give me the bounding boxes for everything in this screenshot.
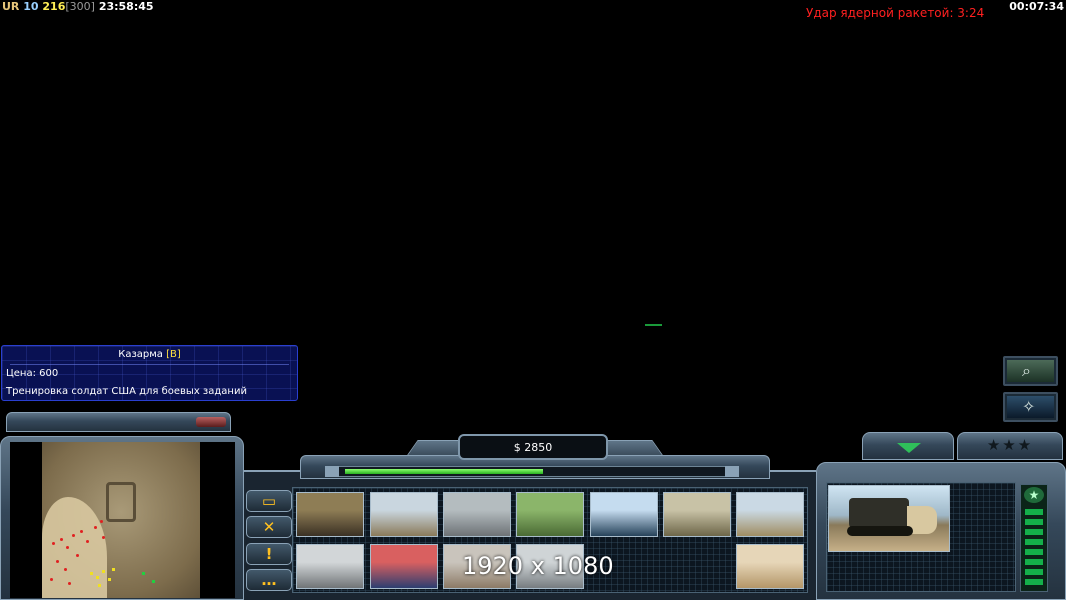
player-stats: UR 10 216[300] 23:58:45 bbox=[2, 0, 154, 13]
minimap[interactable] bbox=[10, 442, 235, 598]
tooltip-cost: Цена: 600 bbox=[6, 368, 59, 379]
tooltip-building-name: Казарма bbox=[118, 349, 163, 360]
money-display: $ 2850 bbox=[458, 434, 608, 460]
patriot-battery-button[interactable] bbox=[590, 492, 658, 537]
arrow-down-icon bbox=[897, 443, 921, 453]
minimap-toggle[interactable] bbox=[196, 417, 226, 427]
minimap-terrain bbox=[42, 442, 200, 598]
build-tooltip: Казарма [B] Цена: 600 Тренировка солдат … bbox=[1, 345, 298, 401]
power-plant-button[interactable] bbox=[296, 544, 364, 589]
tooltip-description: Тренировка солдат США для боевых заданий bbox=[6, 386, 247, 397]
dozer-icon bbox=[849, 498, 909, 528]
satellite-icon: ✧ bbox=[1022, 397, 1036, 416]
rank-stars-icon: ★★★ bbox=[986, 436, 1034, 454]
unit-count: 216 bbox=[42, 0, 66, 13]
nuke-timer: Удар ядерной ракетой: 3:24 bbox=[806, 6, 985, 20]
chat-icon: … bbox=[261, 571, 277, 589]
tab-structures[interactable]: ▭ bbox=[246, 490, 292, 512]
power-bar bbox=[325, 466, 739, 477]
structure-icon: ▭ bbox=[261, 492, 277, 510]
supply-center-button[interactable] bbox=[443, 492, 511, 537]
tab-chat[interactable]: … bbox=[246, 569, 292, 591]
unit-cap: [300] bbox=[65, 0, 95, 13]
command-center-button[interactable] bbox=[296, 492, 364, 537]
options-toggle-button[interactable] bbox=[862, 432, 954, 460]
clock: 23:58:45 bbox=[98, 0, 154, 13]
resolution-overlay: 1920 x 1080 bbox=[462, 552, 614, 580]
rank-star-icon: ★ bbox=[1024, 487, 1044, 503]
experience-bar: ★ bbox=[1020, 484, 1048, 592]
minimap-tab bbox=[6, 412, 231, 432]
strategy-center-button[interactable] bbox=[736, 492, 804, 537]
search-button[interactable]: ⌕ bbox=[1003, 356, 1058, 386]
cursor-marker bbox=[645, 324, 662, 326]
game-time: 00:07:34 bbox=[1009, 0, 1064, 13]
satellite-button[interactable]: ✧ bbox=[1003, 392, 1058, 422]
generals-powers-button[interactable]: ★★★ bbox=[957, 432, 1063, 460]
level-value: 10 bbox=[23, 0, 39, 13]
tab-alerts[interactable]: ! bbox=[246, 543, 292, 565]
magnifier-icon: ⌕ bbox=[1022, 361, 1031, 380]
tooltip-title: Казарма [B] bbox=[2, 349, 297, 360]
tools-icon: ✕ bbox=[262, 518, 276, 536]
power-bar-fill bbox=[345, 469, 543, 474]
tab-tools[interactable]: ✕ bbox=[246, 516, 292, 538]
alert-icon: ! bbox=[265, 545, 273, 563]
selected-unit-portrait[interactable] bbox=[828, 485, 950, 552]
money-value: $ 2850 bbox=[513, 441, 553, 454]
mine-field-button[interactable] bbox=[736, 544, 804, 589]
tooltip-hotkey: [B] bbox=[166, 349, 181, 360]
faction-label: UR bbox=[2, 0, 20, 13]
fire-base-button[interactable] bbox=[370, 544, 438, 589]
airfield-button[interactable] bbox=[516, 492, 584, 537]
tooltip-divider bbox=[10, 364, 289, 365]
war-factory-button[interactable] bbox=[663, 492, 731, 537]
barracks-button[interactable] bbox=[370, 492, 438, 537]
